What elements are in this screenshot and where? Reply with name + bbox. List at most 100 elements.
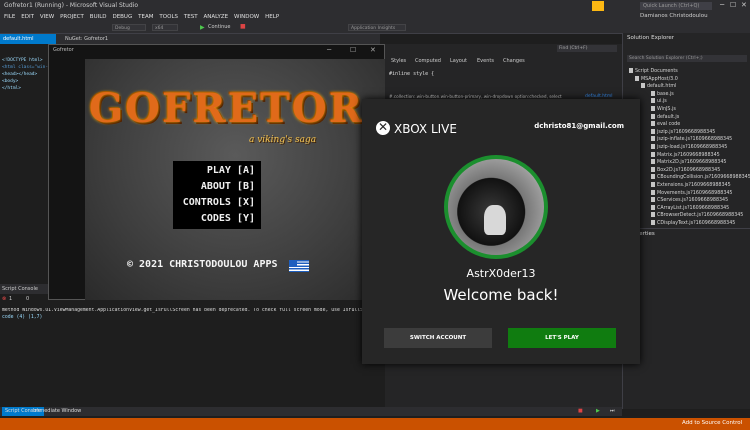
tab-changes[interactable]: Changes xyxy=(503,58,525,64)
switch-account-button[interactable]: SWITCH ACCOUNT xyxy=(384,328,492,348)
solution-item[interactable]: base.js xyxy=(651,90,674,97)
solution-item[interactable]: default.html xyxy=(641,83,676,89)
solution-item[interactable]: jszip-inflate.js?1609668988345 xyxy=(651,136,732,142)
solution-item[interactable]: CDisplayText.js?1609668988345 xyxy=(651,220,735,226)
file-icon xyxy=(651,136,655,142)
file-icon xyxy=(651,121,655,127)
file-icon xyxy=(651,128,655,134)
solution-item[interactable]: WinJS.js xyxy=(651,106,676,112)
user-name[interactable]: Damianos Christodoulou xyxy=(640,13,708,19)
config-select[interactable]: Debug xyxy=(112,24,146,31)
menu-help[interactable]: HELP xyxy=(265,12,279,22)
menu-window[interactable]: WINDOW xyxy=(234,12,259,22)
menu-codes[interactable]: CODES [Y] xyxy=(201,213,255,224)
menu-play[interactable]: PLAY [A] xyxy=(207,165,255,176)
solution-item[interactable]: Matrix2D.js?1609668988345 xyxy=(651,159,726,165)
code-editor[interactable]: <!DOCTYPE html> <html class="win-ho <hea… xyxy=(0,44,53,270)
menu-analyze[interactable]: ANALYZE xyxy=(204,12,229,22)
quick-launch-input[interactable]: Quick Launch (Ctrl+Q) xyxy=(640,2,712,10)
solution-item[interactable]: Movements.js?1609668988345 xyxy=(651,189,733,196)
platform-select[interactable]: x64 xyxy=(152,24,178,31)
continue-button[interactable]: Continue xyxy=(208,24,230,30)
minimize-icon[interactable]: ─ xyxy=(720,1,724,9)
tab-immediate-window[interactable]: Immediate Window xyxy=(30,407,84,416)
menu-about[interactable]: ABOUT [B] xyxy=(201,181,255,192)
inline-style-rule: #inline style { xyxy=(389,71,435,77)
code-line: <head></head> xyxy=(2,72,38,77)
menu-test[interactable]: TEST xyxy=(184,12,198,22)
solution-item[interactable]: CServices.js?1609668988345 xyxy=(651,197,728,203)
tab-nuget[interactable]: NuGet: Gofretor1 xyxy=(62,34,111,44)
maximize-icon[interactable]: ☐ xyxy=(350,46,356,54)
solution-item-label: eval code xyxy=(657,122,681,128)
solution-item[interactable]: CArrayList.js?1609668988345 xyxy=(651,204,729,211)
menu-view[interactable]: VIEW xyxy=(40,12,54,22)
source-control-button[interactable]: Add to Source Control xyxy=(682,420,742,426)
tab-layout[interactable]: Layout xyxy=(450,58,467,64)
error-count[interactable]: 1 xyxy=(9,296,12,302)
solution-item[interactable]: CBrowserDetect.js?1609668988345 xyxy=(651,212,743,218)
warning-count[interactable]: 0 xyxy=(26,296,29,302)
file-icon xyxy=(651,90,655,96)
step-icon[interactable]: ⏭ xyxy=(610,407,615,416)
menu-controls[interactable]: CONTROLS [X] xyxy=(183,197,255,208)
play-icon[interactable]: ▶ xyxy=(596,407,600,416)
minimize-icon[interactable]: ─ xyxy=(327,46,331,54)
menu-tools[interactable]: TOOLS xyxy=(159,12,178,22)
solution-item-label: Movements.js?1609668988345 xyxy=(657,190,733,196)
lets-play-button[interactable]: LET'S PLAY xyxy=(508,328,616,348)
menu-file[interactable]: FILE xyxy=(4,12,15,22)
game-window[interactable]: Gofretor ─ ☐ ✕ GOFRETOR a viking's saga … xyxy=(48,44,385,300)
feedback-flag-icon[interactable] xyxy=(592,1,604,11)
solution-explorer: Solution Explorer Search Solution Explor… xyxy=(622,33,750,233)
gamertag: AstrX0der13 xyxy=(466,267,536,280)
account-email: dchristo81@gmail.com xyxy=(534,122,624,130)
tab-computed[interactable]: Computed xyxy=(415,58,441,64)
tab-events[interactable]: Events xyxy=(477,58,494,64)
stop-icon[interactable]: ■ xyxy=(240,23,246,30)
file-icon xyxy=(635,75,639,81)
status-bar: Add to Source Control xyxy=(0,418,750,430)
tab-styles[interactable]: Styles xyxy=(391,58,406,64)
xbox-live-brand: XBOX LIVE xyxy=(394,122,457,136)
menu-debug[interactable]: DEBUG xyxy=(112,12,132,22)
file-icon xyxy=(651,159,655,165)
game-window-title: Gofretor xyxy=(53,47,74,53)
code-line: <body> xyxy=(2,79,19,84)
file-icon xyxy=(651,106,655,111)
solution-item[interactable]: default.js xyxy=(651,113,679,120)
solution-item-label: jszip-load.js?1609668988345 xyxy=(657,145,728,150)
solution-item[interactable]: jszip.js?1609668988345 xyxy=(651,128,715,135)
console-line: method Windows.UI.ViewManagement.Applica… xyxy=(2,308,362,313)
find-input[interactable]: Find (Ctrl+F) xyxy=(557,45,617,52)
application-insights-button[interactable]: Application Insights xyxy=(348,24,406,31)
close-icon[interactable]: ✕ xyxy=(741,1,747,9)
file-icon xyxy=(651,182,655,187)
solution-item-label: ui.js xyxy=(657,99,667,105)
solution-item[interactable]: Matrix.js?1609668988345 xyxy=(651,151,720,158)
solution-item[interactable]: Extensions.js?1609668988345 xyxy=(651,182,731,188)
menu-team[interactable]: TEAM xyxy=(138,12,153,22)
game-main-menu: PLAY [A] ABOUT [B] CONTROLS [X] CODES [Y… xyxy=(173,161,261,229)
solution-item[interactable]: Box2D.js?1609668988345 xyxy=(651,166,720,173)
solution-item[interactable]: Script Documents xyxy=(629,68,678,74)
solution-item[interactable]: jszip-load.js?1609668988345 xyxy=(651,144,727,150)
copyright-text: © 2021 CHRISTODOULOU APPS xyxy=(127,259,278,270)
menu-build[interactable]: BUILD xyxy=(90,12,107,22)
solution-item[interactable]: CBoundingCollision.js?1609668988345 xyxy=(651,174,750,180)
solution-item[interactable]: ui.js xyxy=(651,98,667,104)
close-icon[interactable]: ✕ xyxy=(370,46,376,54)
script-console-header[interactable]: Script Console xyxy=(0,284,48,294)
maximize-icon[interactable]: ☐ xyxy=(730,1,736,9)
solution-item-label: Matrix2D.js?1609668988345 xyxy=(657,160,727,166)
code-line: <html class="win-ho xyxy=(2,65,54,70)
tab-default-html[interactable]: default.html xyxy=(0,34,56,44)
stop-icon[interactable]: ■ xyxy=(578,407,583,416)
solution-item[interactable]: MSAppHost/3.0 xyxy=(635,75,678,82)
solution-item[interactable]: eval code xyxy=(651,121,680,127)
menu-edit[interactable]: EDIT xyxy=(21,12,34,22)
solution-search-input[interactable]: Search Solution Explorer (Ctrl+;) xyxy=(627,55,747,62)
code-line: <!DOCTYPE html> xyxy=(2,58,43,63)
file-icon xyxy=(651,204,655,210)
menu-project[interactable]: PROJECT xyxy=(60,12,84,22)
